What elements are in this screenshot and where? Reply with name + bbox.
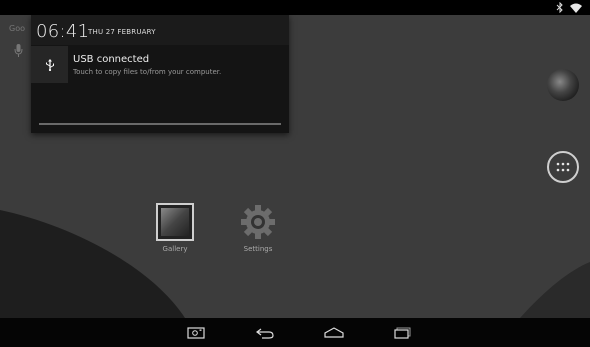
recents-icon[interactable] — [390, 323, 416, 343]
settings-app[interactable]: Settings — [230, 203, 286, 253]
wifi-icon — [570, 0, 582, 17]
gallery-app[interactable]: Gallery — [147, 203, 203, 253]
notification-shade[interactable]: 06:41 THU 27 FEBRUARY USB connected Touc… — [31, 15, 289, 133]
bluetooth-icon — [556, 0, 564, 17]
app-label-gallery: Gallery — [162, 245, 188, 253]
back-icon[interactable] — [252, 323, 278, 343]
navigation-bar — [0, 318, 590, 347]
notification-title: USB connected — [73, 54, 150, 65]
gallery-icon — [156, 203, 194, 241]
mic-icon[interactable] — [14, 42, 23, 61]
camera-icon[interactable] — [183, 323, 209, 343]
notification-text: Touch to copy files to/from your compute… — [73, 68, 222, 76]
date[interactable]: THU 27 FEBRUARY — [88, 28, 156, 36]
clock[interactable]: 06:41 — [36, 21, 89, 42]
home-icon[interactable] — [321, 323, 347, 343]
app-label-settings: Settings — [243, 245, 273, 253]
status-bar[interactable] — [0, 0, 590, 15]
usb-notification[interactable]: USB connected Touch to copy files to/fro… — [31, 46, 289, 83]
gear-icon — [239, 203, 277, 241]
all-apps-icon[interactable] — [547, 151, 579, 183]
shade-drag-handle[interactable] — [39, 123, 281, 125]
shade-header: 06:41 THU 27 FEBRUARY — [31, 15, 289, 45]
browser-icon[interactable] — [547, 69, 579, 101]
usb-icon — [31, 46, 68, 83]
search-label[interactable]: Goo — [9, 24, 25, 33]
